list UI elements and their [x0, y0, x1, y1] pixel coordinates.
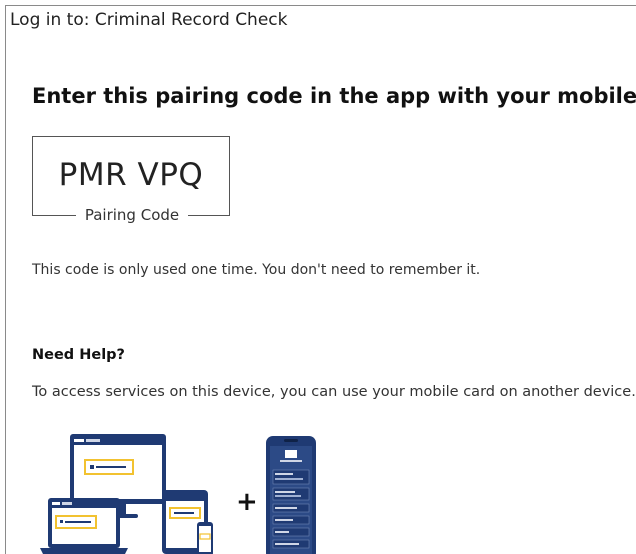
pairing-code-box: PMR VPQ	[32, 136, 230, 216]
pairing-code-value: PMR VPQ	[58, 157, 204, 193]
laptop-icon	[40, 498, 128, 554]
one-time-code-info: This code is only used one time. You don…	[32, 262, 481, 278]
help-heading: Need Help?	[32, 347, 125, 363]
plus-sign: +	[236, 487, 258, 517]
login-window: Log in to: Criminal Record Check Enter t…	[5, 5, 636, 554]
devices-illustration: +	[40, 434, 316, 554]
page-headline: Enter this pairing code in the app with …	[32, 84, 636, 108]
legend-line-right	[188, 215, 230, 216]
window-title: Log in to: Criminal Record Check	[10, 10, 288, 30]
pairing-code-legend: Pairing Code	[32, 205, 230, 227]
mobile-card-phone-icon	[266, 436, 316, 554]
help-text: To access services on this device, you c…	[32, 384, 636, 400]
small-phone-icon	[197, 522, 213, 554]
legend-line-left	[32, 215, 76, 216]
pairing-code-label: Pairing Code	[84, 206, 180, 224]
